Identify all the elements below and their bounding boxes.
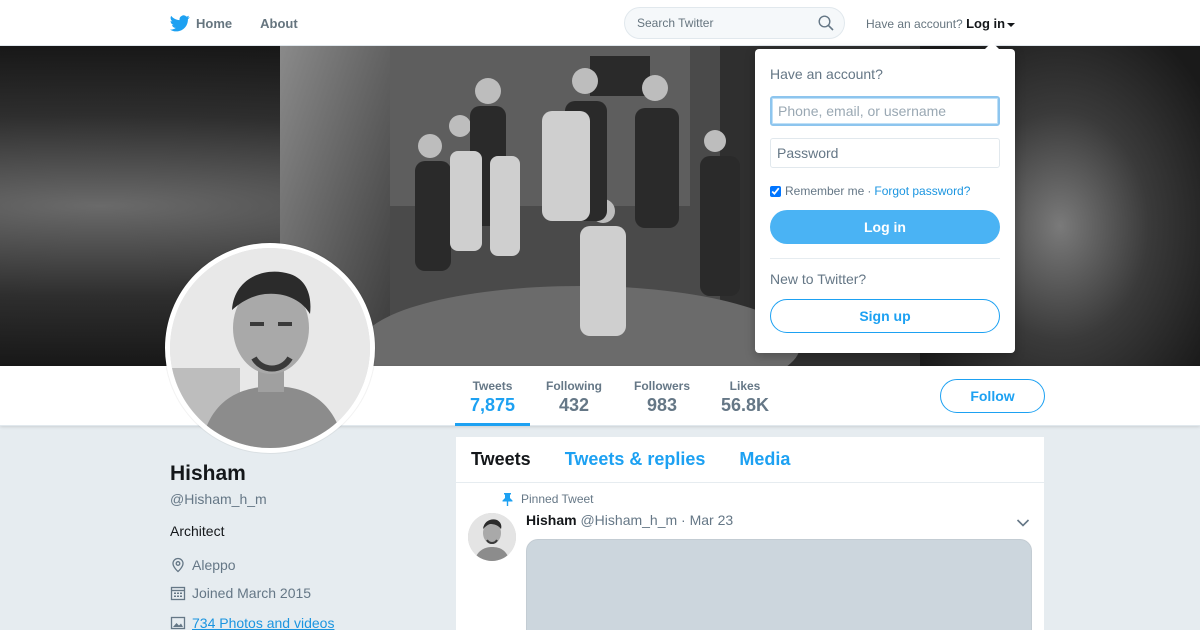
tweet-author-name[interactable]: Hisham <box>526 512 577 528</box>
tweet-media-card[interactable] <box>526 539 1032 630</box>
calendar-icon <box>170 585 192 601</box>
tweet-header: Hisham @Hisham_h_m · Mar 23 <box>526 512 733 528</box>
tweet-avatar[interactable] <box>468 513 516 561</box>
tweet-date[interactable]: Mar 23 <box>690 512 734 528</box>
photos-videos-link[interactable]: 734 Photos and videos <box>170 615 430 630</box>
profile-handle: @Hisham_h_m <box>170 491 267 507</box>
follow-button[interactable]: Follow <box>940 379 1045 413</box>
profile-name[interactable]: Hisham <box>170 462 430 486</box>
profile-location: Aleppo <box>170 557 430 573</box>
stat-value: 7,875 <box>469 395 516 415</box>
login-button[interactable]: Log in <box>770 210 1000 244</box>
pinned-label: Pinned Tweet <box>521 492 594 506</box>
stat-label: Tweets <box>472 379 513 393</box>
top-navbar: Home About Have an account? Log in <box>0 0 1200 46</box>
pinned-indicator: Pinned Tweet <box>502 492 594 506</box>
chevron-down-icon[interactable] <box>1016 515 1030 533</box>
twitter-bird-icon <box>170 14 190 32</box>
tweet-separator: · <box>681 512 686 528</box>
nav-about-label: About <box>260 15 298 31</box>
login-toggle[interactable]: Log in <box>966 16 1016 31</box>
stat-likes[interactable]: Likes 56.8K <box>717 366 773 426</box>
forgot-password-link[interactable]: Forgot password? <box>874 184 970 198</box>
signup-button[interactable]: Sign up <box>770 299 1000 333</box>
profile-card: Hisham @Hisham_h_m Architect Aleppo Join… <box>170 462 430 630</box>
dropdown-arrow <box>985 42 999 49</box>
joined-text: Joined March 2015 <box>192 585 312 601</box>
timeline: Tweets Tweets & replies Media Pinned Twe… <box>456 437 1044 630</box>
username-field[interactable] <box>770 96 1000 126</box>
login-dropdown: Have an account? Remember me · Forgot pa… <box>755 42 1015 353</box>
timeline-tabs: Tweets Tweets & replies Media <box>456 437 1044 483</box>
global-nav: Home About <box>170 0 326 46</box>
have-account-text: Have an account? <box>866 17 963 31</box>
remember-separator: · <box>867 184 872 198</box>
new-to-twitter-text: New to Twitter? <box>770 271 867 287</box>
search-icon[interactable] <box>818 15 834 36</box>
stat-value: 56.8K <box>720 395 770 415</box>
stat-label: Likes <box>729 379 761 393</box>
stat-following[interactable]: Following 432 <box>542 366 606 426</box>
login-toggle-label: Log in <box>966 16 1006 31</box>
stat-label: Followers <box>633 379 690 393</box>
remember-row: Remember me · Forgot password? <box>770 184 1000 198</box>
account-prompt: Have an account? Log in <box>866 16 1016 31</box>
stat-label: Following <box>546 379 602 393</box>
dropdown-title: Have an account? <box>770 66 883 82</box>
stat-value: 432 <box>558 395 590 415</box>
search-input[interactable] <box>625 8 805 38</box>
stat-value: 983 <box>646 395 678 415</box>
remember-label[interactable]: Remember me <box>785 184 864 198</box>
location-text: Aleppo <box>192 557 236 573</box>
pin-icon <box>502 492 521 506</box>
photos-videos-label: 734 Photos and videos <box>192 615 335 630</box>
location-pin-icon <box>170 557 192 573</box>
nav-home[interactable]: Home <box>170 14 233 32</box>
tab-media[interactable]: Media <box>739 449 790 470</box>
password-field[interactable] <box>770 138 1000 168</box>
caret-down-icon <box>1007 22 1016 27</box>
nav-about[interactable]: About <box>260 16 298 31</box>
stat-followers[interactable]: Followers 983 <box>630 366 694 426</box>
nav-home-label: Home <box>196 15 233 31</box>
tweet-author-handle: @Hisham_h_m <box>580 512 678 528</box>
tab-tweets[interactable]: Tweets <box>471 449 531 470</box>
remember-checkbox[interactable] <box>770 185 781 197</box>
profile-joined: Joined March 2015 <box>170 585 430 601</box>
dropdown-divider <box>770 258 1000 259</box>
profile-avatar[interactable] <box>165 243 375 453</box>
stat-tweets[interactable]: Tweets 7,875 <box>455 366 530 426</box>
profile-bio: Architect <box>170 523 225 539</box>
search-box <box>624 7 845 39</box>
image-icon <box>170 615 192 630</box>
tab-tweets-replies[interactable]: Tweets & replies <box>565 449 706 470</box>
